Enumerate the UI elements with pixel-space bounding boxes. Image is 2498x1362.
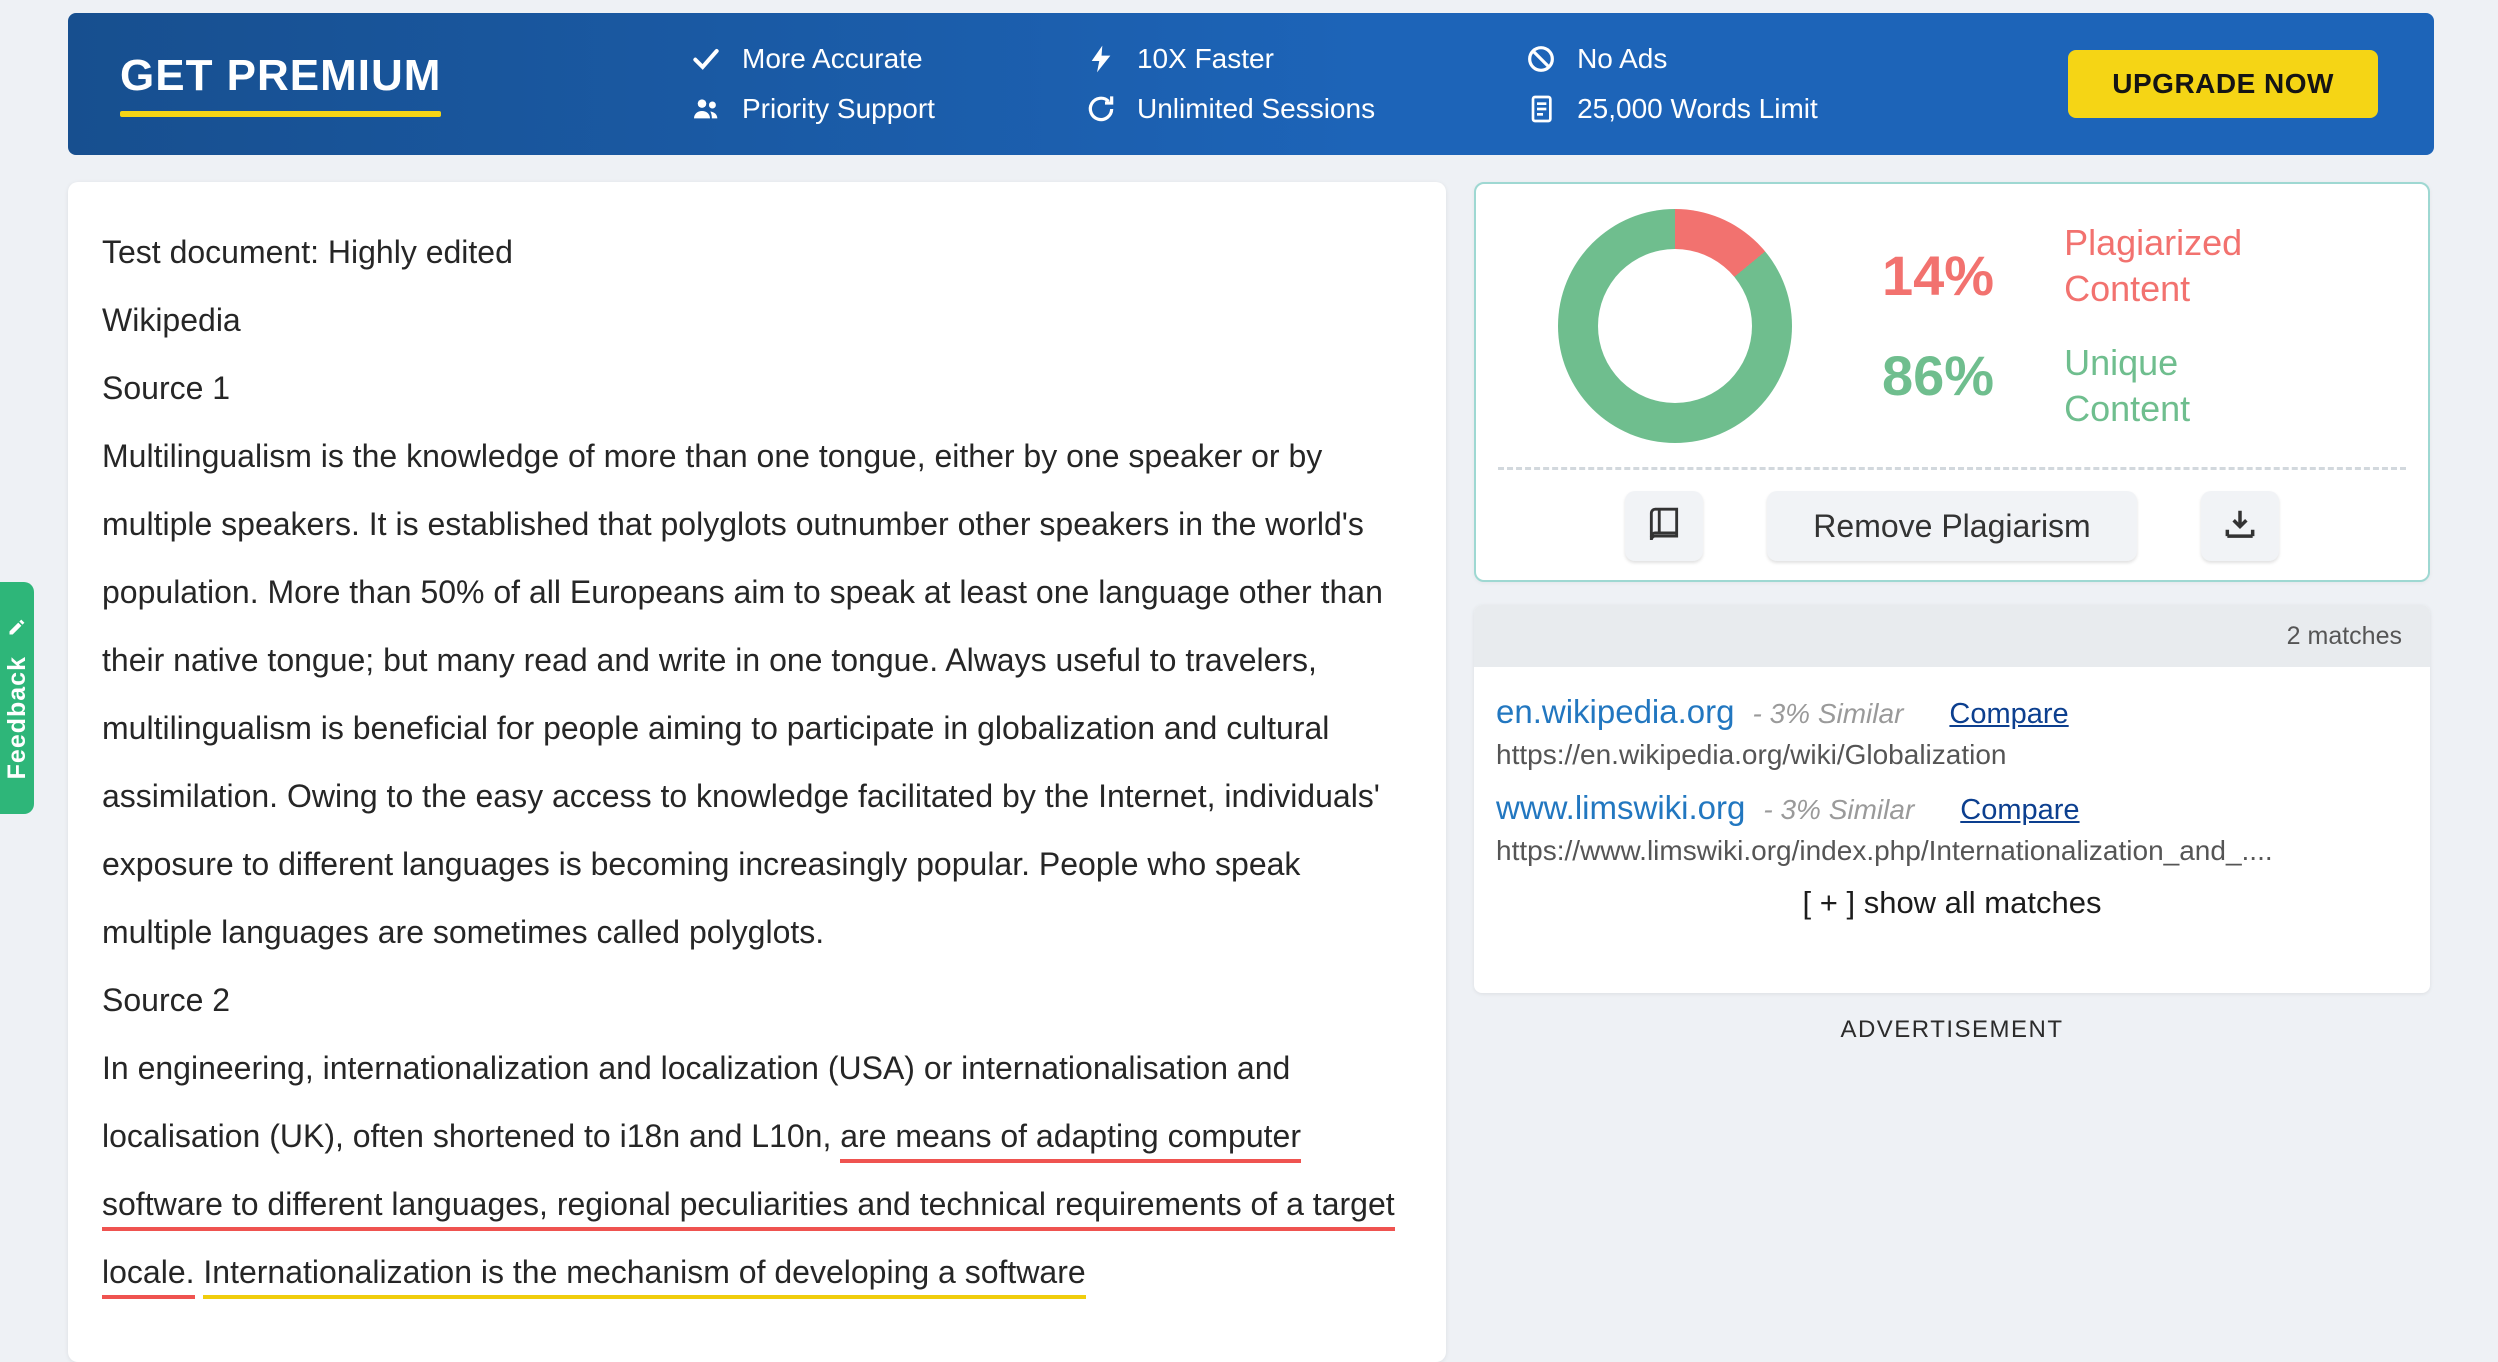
bolt-icon (1085, 43, 1117, 75)
check-icon (690, 43, 722, 75)
no-ads-icon (1525, 43, 1557, 75)
plagiarized-percentage: 14% (1882, 248, 1994, 304)
match-site-link[interactable]: www.limswiki.org (1496, 789, 1745, 827)
document-content: Test document: Highly edited Wikipedia Sou… (102, 218, 1406, 1306)
document-paragraph: Wikipedia (102, 286, 1406, 354)
document-paragraph: In engineering, internationalization and… (102, 1034, 1406, 1306)
advertisement-label: ADVERTISEMENT (1474, 1016, 2430, 1044)
text-segment: Source 2 (102, 982, 230, 1018)
premium-title-wrap: GET PREMIUM (120, 51, 441, 117)
refresh-icon (1085, 93, 1117, 125)
document-paragraph: Source 2 (102, 966, 1406, 1034)
feature-label: 25,000 Words Limit (1577, 93, 1818, 125)
highlighted-segment: Internationalization is the mechanism of… (203, 1254, 1085, 1299)
match-site-link[interactable]: en.wikipedia.org (1496, 693, 1734, 731)
plagiarism-donut-chart (1558, 209, 1792, 443)
match-list: en.wikipedia.org - 3% Similar Compare https… (1474, 667, 2430, 867)
text-segment: Multilingualism is the knowledge of more… (102, 438, 1383, 950)
feature-item: No Ads (1525, 43, 1818, 75)
label-column: Plagiarized Content Unique Content (2064, 220, 2294, 432)
feature-item: 25,000 Words Limit (1525, 93, 1818, 125)
text-segment: Wikipedia (102, 302, 241, 338)
match-similarity: - 3% Similar (1752, 698, 1903, 730)
match-row-top: www.limswiki.org - 3% Similar Compare (1496, 789, 2408, 827)
document-paragraph: Source 1 (102, 354, 1406, 422)
download-button[interactable] (2201, 491, 2279, 561)
match-url: https://en.wikipedia.org/wiki/Globalizat… (1496, 739, 2408, 771)
feature-grid: More Accurate Priority Support 10X Faster U… (690, 43, 1818, 125)
document-paragraph: Test document: Highly edited (102, 218, 1406, 286)
feature-label: More Accurate (742, 43, 923, 75)
compare-link[interactable]: Compare (1949, 698, 2068, 731)
feature-label: Priority Support (742, 93, 935, 125)
download-icon (2221, 506, 2259, 547)
matches-count: 2 matches (2287, 622, 2402, 651)
match-row: en.wikipedia.org - 3% Similar Compare https… (1496, 693, 2408, 771)
premium-title-underline (120, 111, 441, 117)
feature-item: Unlimited Sessions (1085, 93, 1375, 125)
compare-link[interactable]: Compare (1960, 794, 2079, 827)
match-url: https://www.limswiki.org/index.php/Inter… (1496, 835, 2408, 867)
feature-label: No Ads (1577, 43, 1667, 75)
document-panel: Test document: Highly edited Wikipedia Sou… (68, 182, 1446, 1362)
feedback-tab[interactable]: Feedback (0, 582, 34, 814)
match-row: www.limswiki.org - 3% Similar Compare https… (1496, 789, 2408, 867)
results-panel: 14% 86% Plagiarized Content Unique Conte… (1474, 182, 2430, 582)
percentage-column: 14% 86% (1882, 248, 1994, 404)
text-segment: Source 1 (102, 370, 230, 406)
feature-label: 10X Faster (1137, 43, 1274, 75)
text-segment: Test document: Highly edited (102, 234, 513, 270)
show-all-matches-link[interactable]: [ + ] show all matches (1474, 885, 2430, 921)
feature-label: Unlimited Sessions (1137, 93, 1375, 125)
feature-item: 10X Faster (1085, 43, 1375, 75)
remove-plagiarism-button[interactable]: Remove Plagiarism (1767, 491, 2136, 561)
document-icon (1525, 93, 1557, 125)
book-icon (1645, 506, 1683, 547)
matches-header: 2 matches (1474, 605, 2430, 667)
premium-title: GET PREMIUM (120, 51, 441, 101)
document-paragraph: Multilingualism is the knowledge of more… (102, 422, 1406, 966)
feature-item: More Accurate (690, 43, 935, 75)
match-similarity: - 3% Similar (1763, 794, 1914, 826)
premium-banner: GET PREMIUM More Accurate Priority Suppor… (68, 13, 2434, 155)
unique-percentage: 86% (1882, 348, 1994, 404)
users-icon (690, 93, 722, 125)
results-actions: Remove Plagiarism (1476, 470, 2428, 582)
pencil-icon (7, 617, 27, 642)
unique-label: Unique Content (2064, 340, 2294, 432)
report-button[interactable] (1625, 491, 1703, 561)
feedback-label: Feedback (3, 656, 32, 779)
plagiarized-label: Plagiarized Content (2064, 220, 2294, 312)
results-summary: 14% 86% Plagiarized Content Unique Conte… (1476, 184, 2428, 467)
match-row-top: en.wikipedia.org - 3% Similar Compare (1496, 693, 2408, 731)
upgrade-now-button[interactable]: UPGRADE NOW (2068, 50, 2378, 118)
feature-item: Priority Support (690, 93, 935, 125)
matches-panel: 2 matches en.wikipedia.org - 3% Similar Co… (1474, 605, 2430, 993)
